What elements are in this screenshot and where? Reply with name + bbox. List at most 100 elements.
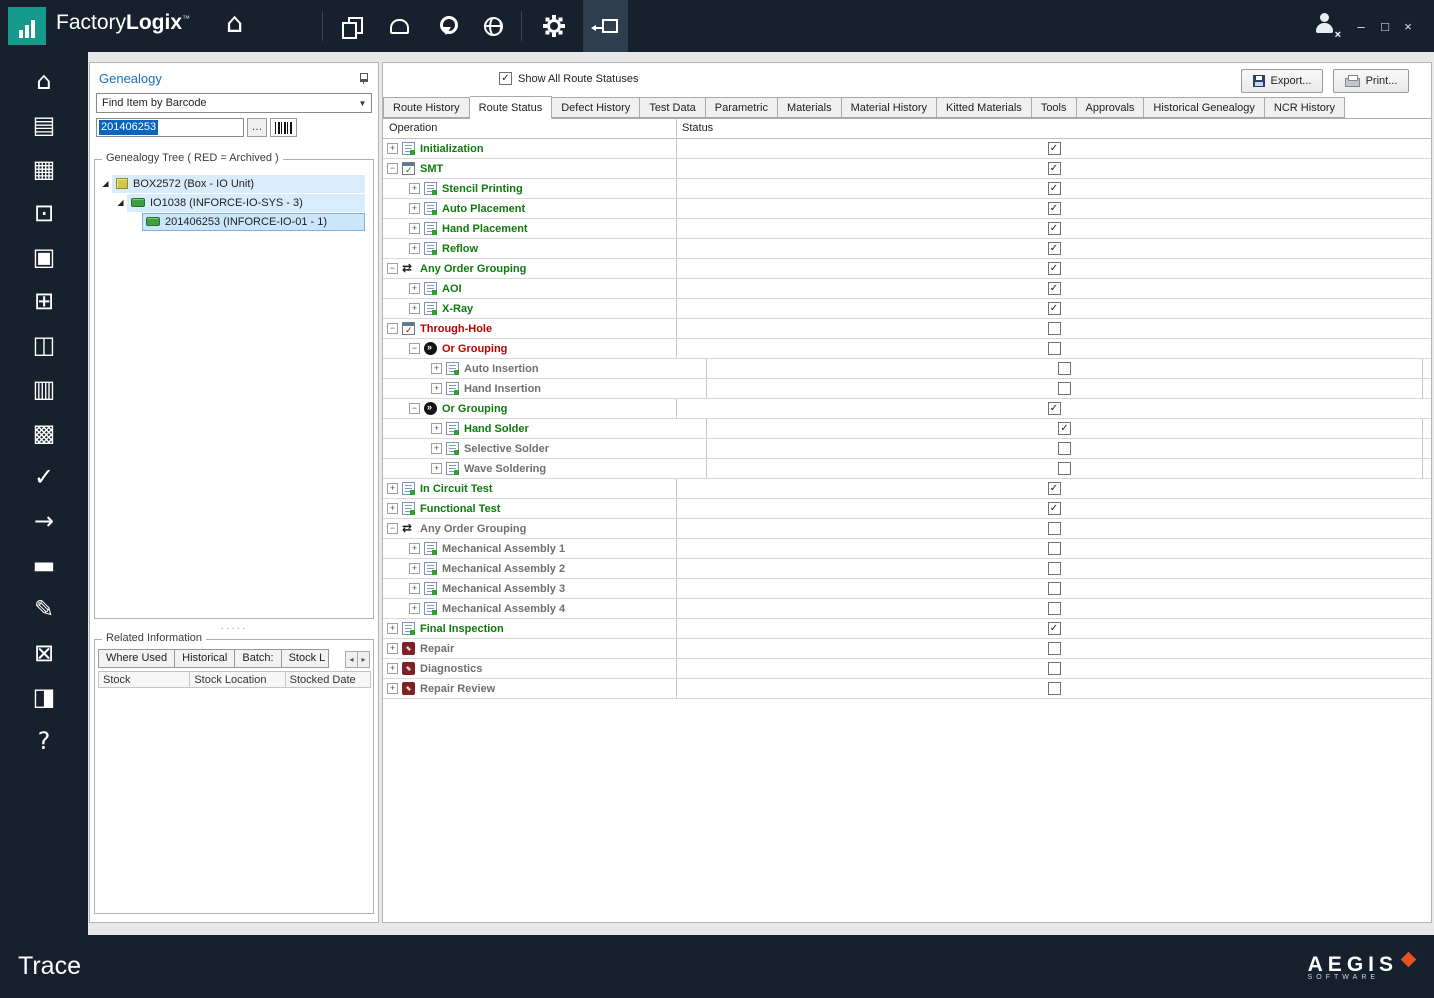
route-row-auto-insertion[interactable]: + Auto Insertion	[383, 359, 1431, 379]
status-checkbox[interactable]: ✓	[1047, 622, 1061, 635]
expand-icon[interactable]: +	[387, 503, 398, 514]
status-checkbox[interactable]	[1058, 442, 1071, 455]
pin-icon[interactable]	[358, 72, 369, 84]
route-row-initialization[interactable]: + Initialization ✓	[383, 139, 1431, 159]
tab-approvals[interactable]: Approvals	[1076, 97, 1145, 118]
route-row-mechanical-assembly-4[interactable]: + Mechanical Assembly 4	[383, 599, 1431, 619]
expand-icon[interactable]: +	[431, 383, 442, 394]
route-row-any-order-grouping[interactable]: − Any Order Grouping	[383, 519, 1431, 539]
expand-icon[interactable]: +	[387, 683, 398, 694]
sidebar-item-verification[interactable]: ✓	[14, 462, 74, 492]
status-checkbox[interactable]: ✓	[1047, 482, 1061, 495]
home-icon[interactable]: ⌂	[226, 8, 243, 39]
column-header-stocked-date[interactable]: Stocked Date	[284, 671, 371, 688]
expand-icon[interactable]: +	[409, 563, 420, 574]
route-row-reflow[interactable]: + Reflow ✓	[383, 239, 1431, 259]
sidebar-item-shipping[interactable]: ◨	[14, 682, 74, 712]
tab-defect-history[interactable]: Defect History	[552, 97, 641, 118]
sidebar-item-notes[interactable]: ✎	[14, 594, 74, 624]
barcode-input[interactable]: 201406253	[96, 118, 244, 137]
route-row-functional-test[interactable]: + Functional Test ✓	[383, 499, 1431, 519]
sidebar-item-help[interactable]: ?	[14, 726, 74, 756]
barcode-scan-button[interactable]	[270, 118, 297, 137]
show-all-checkbox[interactable]: ✓	[499, 72, 512, 85]
status-checkbox[interactable]	[1058, 462, 1071, 475]
status-checkbox[interactable]: ✓	[1058, 422, 1071, 435]
status-checkbox[interactable]	[1047, 542, 1061, 555]
expand-icon[interactable]: +	[387, 663, 398, 674]
expand-icon[interactable]: +	[431, 423, 442, 434]
route-row-repair-review[interactable]: + Repair Review	[383, 679, 1431, 699]
status-checkbox[interactable]	[1047, 522, 1061, 535]
tree-node-201406253-inforce-io-01-1[interactable]: 201406253 (INFORCE-IO-01 - 1)	[95, 212, 365, 231]
expand-icon[interactable]: +	[387, 143, 398, 154]
sidebar-item-documentation[interactable]: ▥	[14, 374, 74, 404]
scroll-right-icon[interactable]: ▸	[357, 651, 370, 668]
user-signout-icon[interactable]: ×	[1312, 12, 1341, 41]
route-row-repair[interactable]: + Repair	[383, 639, 1431, 659]
expand-icon[interactable]: +	[409, 243, 420, 254]
tree-expanded-icon[interactable]: ◢	[99, 179, 112, 188]
route-row-selective-solder[interactable]: + Selective Solder	[383, 439, 1431, 459]
column-header-stock-location[interactable]: Stock Location	[189, 671, 286, 688]
status-checkbox[interactable]: ✓	[1047, 222, 1061, 235]
status-checkbox[interactable]	[1047, 642, 1061, 655]
expand-icon[interactable]: +	[409, 303, 420, 314]
column-header-stock[interactable]: Stock	[98, 671, 191, 688]
sidebar-item-data-management[interactable]: ▤	[14, 110, 74, 140]
expand-icon[interactable]: +	[409, 203, 420, 214]
settings-gear-icon[interactable]	[532, 0, 576, 52]
expand-icon[interactable]: +	[387, 483, 398, 494]
expand-icon[interactable]: +	[409, 583, 420, 594]
expand-icon[interactable]: +	[431, 463, 442, 474]
tree-node-io1038-inforce-io-sys-3[interactable]: ◢ IO1038 (INFORCE-IO-SYS - 3)	[95, 193, 365, 212]
expand-icon[interactable]: +	[431, 363, 442, 374]
sidebar-item-warehouse[interactable]: ◫	[14, 330, 74, 360]
tab-route-status[interactable]: Route Status	[469, 96, 553, 119]
minimize-button[interactable]: –	[1350, 0, 1372, 52]
sidebar-item-transfer[interactable]: →	[14, 506, 74, 536]
expand-icon[interactable]: +	[409, 183, 420, 194]
expand-icon[interactable]: +	[409, 283, 420, 294]
route-row-any-order-grouping[interactable]: − Any Order Grouping ✓	[383, 259, 1431, 279]
status-checkbox[interactable]	[1047, 342, 1061, 355]
sidebar-item-badge[interactable]: ▬	[14, 550, 74, 580]
search-mode-select[interactable]: Find Item by Barcode ▼	[96, 93, 372, 113]
status-checkbox[interactable]	[1047, 562, 1061, 575]
column-header-operation[interactable]: Operation	[383, 119, 677, 138]
route-row-aoi[interactable]: + AOI ✓	[383, 279, 1431, 299]
route-row-stencil-printing[interactable]: + Stencil Printing ✓	[383, 179, 1431, 199]
expand-icon[interactable]: +	[387, 643, 398, 654]
expand-icon[interactable]: +	[431, 443, 442, 454]
ellipsis-button[interactable]: …	[247, 118, 267, 137]
route-row-diagnostics[interactable]: + Diagnostics	[383, 659, 1431, 679]
sidebar-item-home[interactable]: ⌂	[14, 66, 74, 96]
related-tab-where-used[interactable]: Where Used	[98, 649, 176, 668]
status-checkbox[interactable]	[1047, 682, 1061, 695]
tab-tools[interactable]: Tools	[1031, 97, 1077, 118]
tab-historical-genealogy[interactable]: Historical Genealogy	[1144, 97, 1265, 118]
related-tab-stock-l[interactable]: Stock L	[280, 649, 329, 668]
tab-parametric[interactable]: Parametric	[705, 97, 778, 118]
route-row-mechanical-assembly-1[interactable]: + Mechanical Assembly 1	[383, 539, 1431, 559]
expand-icon[interactable]: +	[409, 603, 420, 614]
route-row-mechanical-assembly-3[interactable]: + Mechanical Assembly 3	[383, 579, 1431, 599]
export-button[interactable]: Export...	[1241, 69, 1323, 93]
status-checkbox[interactable]: ✓	[1047, 242, 1061, 255]
route-row-x-ray[interactable]: + X-Ray ✓	[383, 299, 1431, 319]
documents-icon[interactable]	[330, 0, 374, 52]
route-row-mechanical-assembly-2[interactable]: + Mechanical Assembly 2	[383, 559, 1431, 579]
status-checkbox[interactable]	[1058, 362, 1071, 375]
location-icon[interactable]	[424, 0, 468, 52]
route-row-smt[interactable]: − SMT ✓	[383, 159, 1431, 179]
close-button[interactable]: ×	[1397, 0, 1419, 52]
route-row-hand-placement[interactable]: + Hand Placement ✓	[383, 219, 1431, 239]
route-row-hand-insertion[interactable]: + Hand Insertion	[383, 379, 1431, 399]
status-checkbox[interactable]	[1047, 322, 1061, 335]
sidebar-item-production[interactable]: ▦	[14, 154, 74, 184]
status-checkbox[interactable]: ✓	[1047, 162, 1061, 175]
collapse-icon[interactable]: −	[387, 163, 398, 174]
related-tab-historical[interactable]: Historical	[174, 649, 236, 668]
status-checkbox[interactable]: ✓	[1047, 302, 1061, 315]
route-row-in-circuit-test[interactable]: + In Circuit Test ✓	[383, 479, 1431, 499]
